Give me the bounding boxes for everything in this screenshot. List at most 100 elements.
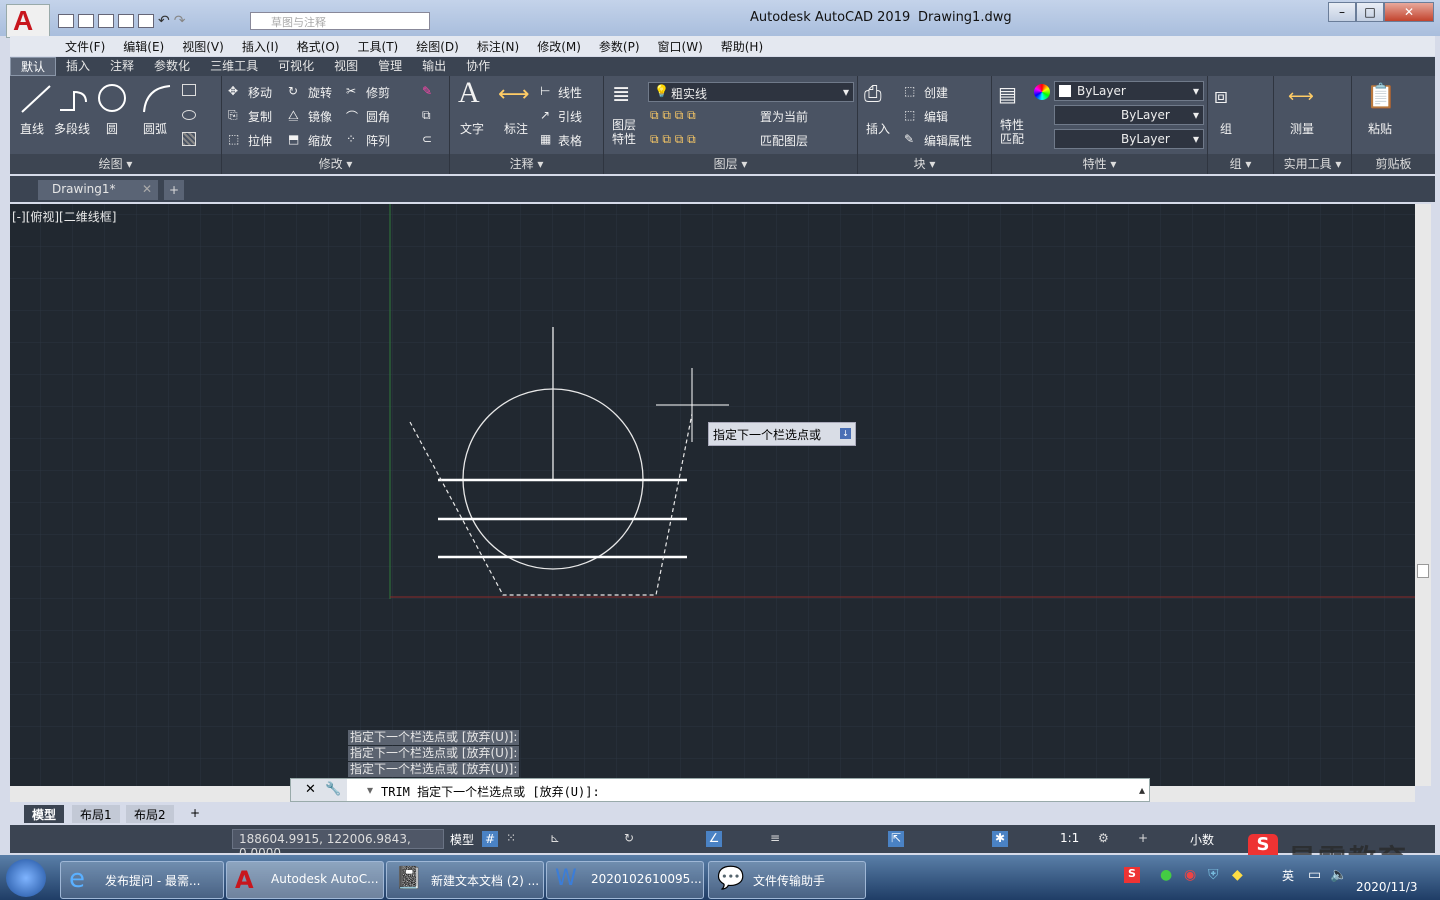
drawing-canvas[interactable]: [-][俯视][二维线框] 指定下一个栏选点或 ↓ [10, 204, 1415, 786]
viewport-controls[interactable]: [-][俯视][二维线框] [12, 208, 116, 225]
close-tab-icon[interactable]: ✕ [142, 182, 152, 196]
copy-icon[interactable]: ⎘ [228, 108, 238, 123]
table-button[interactable]: 表格 [558, 132, 582, 149]
osnap-icon[interactable]: ∠ [706, 831, 722, 847]
new-icon[interactable] [58, 14, 74, 28]
ortho-icon[interactable]: ⊾ [550, 831, 566, 847]
circle-label[interactable]: 圆 [106, 120, 118, 137]
taskbar-clock-date[interactable]: 2020/11/3 [1356, 880, 1418, 894]
tab-3d-tools[interactable]: 三维工具 [200, 57, 268, 76]
polar-icon[interactable]: ↻ [624, 831, 640, 847]
set-current-button[interactable]: 置为当前 [760, 108, 808, 125]
tab-default[interactable]: 默认 [10, 57, 57, 76]
tab-layout2[interactable]: 布局2 [126, 805, 174, 823]
vertical-scrollbar[interactable] [1415, 204, 1431, 786]
insert-block-label[interactable]: 插入 [866, 120, 890, 137]
snap-icon[interactable]: ⁙ [506, 831, 522, 847]
menu-draw[interactable]: 绘图(D) [406, 38, 467, 55]
model-space-button[interactable]: 模型 [450, 831, 474, 848]
text-label[interactable]: 文字 [460, 120, 484, 137]
taskbar-ie[interactable]: e 发布提问 - 最需... [60, 861, 224, 899]
scale-button[interactable]: 缩放 [308, 132, 332, 149]
annotation-scale-value[interactable]: 1:1 [1060, 831, 1079, 845]
tray-netease-icon[interactable]: ◉ [1184, 867, 1196, 883]
print-icon[interactable] [138, 14, 154, 28]
fillet-icon[interactable]: ⌒ [346, 108, 358, 125]
menu-view[interactable]: 视图(V) [172, 38, 232, 55]
layer-dropdown[interactable]: 粗实线 ▾ [648, 82, 854, 102]
leader-icon[interactable]: ↗ [540, 108, 550, 122]
tab-manage[interactable]: 管理 [368, 57, 412, 76]
move-button[interactable]: 移动 [248, 84, 272, 101]
taskbar-autocad[interactable]: A Autodesk AutoC... [226, 861, 384, 899]
taskbar-word[interactable]: W 2020102610095... [546, 861, 704, 899]
redo-icon[interactable]: ↷ [174, 13, 186, 29]
edit-attr-icon[interactable]: ✎ [904, 132, 914, 146]
undo-icon[interactable]: ↶ [158, 13, 170, 29]
panel-groups-title[interactable]: 组 ▾ [1208, 154, 1273, 174]
tab-parametric[interactable]: 参数化 [144, 57, 200, 76]
fillet-button[interactable]: 圆角 [366, 108, 390, 125]
tab-layout1[interactable]: 布局1 [72, 805, 120, 823]
polyline-icon[interactable] [58, 82, 90, 114]
close-button[interactable]: ✕ [1384, 2, 1434, 22]
maximize-button[interactable]: □ [1356, 2, 1384, 22]
start-button[interactable] [6, 859, 46, 897]
tray-wechat-icon[interactable]: ● [1160, 867, 1172, 883]
ellipse-icon[interactable] [182, 110, 196, 120]
rotate-icon[interactable]: ↻ [288, 84, 298, 98]
tray-network-icon[interactable]: ▭ [1308, 867, 1321, 883]
measure-label[interactable]: 测量 [1290, 120, 1314, 137]
panel-clipboard-title[interactable]: 剪贴板 [1352, 154, 1435, 174]
panel-annotation-title[interactable]: 注释 ▾ [450, 154, 603, 174]
doc-tab-drawing1[interactable]: Drawing1* ✕ [38, 180, 158, 200]
command-dropdown-icon[interactable]: ▾ [367, 783, 373, 797]
annotation-scale-icon[interactable]: ✱ [992, 831, 1008, 847]
stretch-icon[interactable]: ⬚ [228, 132, 239, 146]
panel-modify-title[interactable]: 修改 ▾ [222, 154, 449, 174]
vertical-scroll-thumb[interactable] [1417, 564, 1429, 578]
menu-edit[interactable]: 编辑(E) [113, 38, 172, 55]
scale-icon[interactable]: ⬒ [288, 132, 299, 146]
tooltip-options-icon[interactable]: ↓ [840, 428, 851, 439]
tab-output[interactable]: 输出 [412, 57, 456, 76]
menu-file[interactable]: 文件(F) [10, 38, 113, 55]
table-icon[interactable]: ▦ [540, 132, 551, 146]
menu-window[interactable]: 窗口(W) [648, 38, 711, 55]
command-history-toggle-icon[interactable]: ▴ [1139, 783, 1145, 797]
tray-ime-label[interactable]: 英 [1282, 867, 1294, 884]
line-label[interactable]: 直线 [20, 120, 44, 137]
trim-icon[interactable]: ✂ [346, 84, 356, 98]
command-line[interactable]: ✕ 🔧 ▾ TRIM 指定下一个栏选点或 [放弃(U)]: ▴ [290, 778, 1150, 802]
match-layer-button[interactable]: 匹配图层 [760, 132, 808, 149]
menu-tools[interactable]: 工具(T) [348, 38, 407, 55]
tray-shield-icon[interactable]: ⛨ [1208, 867, 1219, 883]
circle-icon[interactable] [96, 82, 128, 114]
mirror-icon[interactable]: ⧋ [288, 108, 299, 123]
color-dropdown[interactable]: ByLayer ▾ [1054, 81, 1204, 101]
application-menu-button[interactable]: A [6, 4, 50, 38]
edit-attr-button[interactable]: 编辑属性 [924, 132, 972, 149]
layer-properties-label[interactable]: 图层 特性 [612, 118, 636, 146]
stretch-button[interactable]: 拉伸 [248, 132, 272, 149]
menu-parametric[interactable]: 参数(P) [589, 38, 648, 55]
hatch-icon[interactable] [182, 132, 196, 146]
tab-model[interactable]: 模型 [24, 805, 65, 823]
panel-draw-title[interactable]: 绘图 ▾ [10, 154, 221, 174]
minimize-button[interactable]: – [1328, 2, 1356, 22]
dimension-label[interactable]: 标注 [504, 120, 528, 137]
group-icon[interactable]: ⧈ [1214, 84, 1228, 109]
paste-icon[interactable]: 📋 [1366, 82, 1396, 110]
tab-collaborate[interactable]: 协作 [456, 57, 500, 76]
tab-view[interactable]: 视图 [324, 57, 368, 76]
erase-icon[interactable]: ✎ [422, 84, 432, 98]
taskbar-wechat[interactable]: 💬 文件传输助手 [708, 861, 866, 899]
menu-dimension[interactable]: 标注(N) [467, 38, 527, 55]
save-as-icon[interactable] [118, 14, 134, 28]
linear-icon[interactable]: ⊢ [540, 84, 550, 98]
annotation-visibility-icon[interactable]: ⇱ [888, 831, 904, 847]
taskbar-notepad[interactable]: 📓 新建文本文档 (2) ... [386, 861, 544, 899]
array-icon[interactable]: ⁘ [346, 132, 356, 146]
layer-more-icon[interactable]: ⧉ ⧉ ⧉ ⧉ [650, 132, 696, 147]
panel-properties-title[interactable]: 特性 ▾ [992, 154, 1207, 174]
